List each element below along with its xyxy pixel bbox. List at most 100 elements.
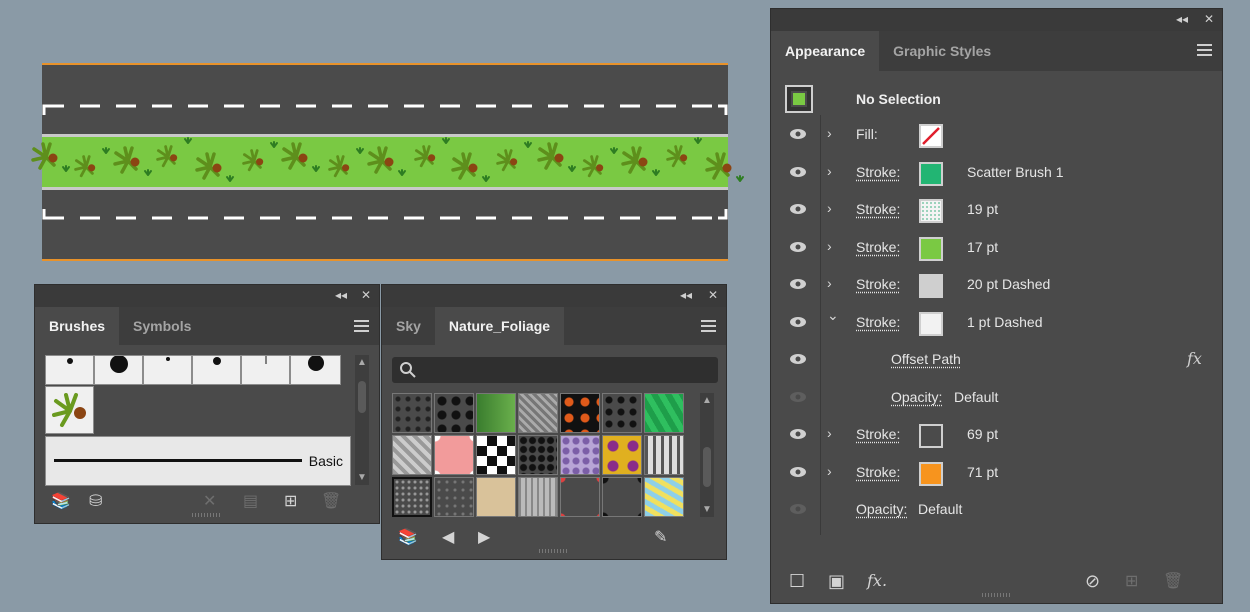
visibility-eye-icon[interactable] [789, 278, 807, 290]
attribute-label[interactable]: Opacity: [856, 501, 907, 517]
panel-titlebar[interactable]: ◂◂ ✕ [382, 285, 726, 307]
panel-menu-icon[interactable] [354, 320, 369, 332]
visibility-eye-icon[interactable] [789, 353, 807, 365]
brush-swatch[interactable] [290, 355, 341, 385]
attribute-label[interactable]: Stroke: [856, 239, 900, 255]
duplicate-item-icon[interactable]: ⊞ [1125, 571, 1138, 591]
panel-titlebar[interactable]: ◂◂ ✕ [35, 285, 379, 307]
resize-grip[interactable] [192, 513, 222, 517]
resize-grip[interactable] [981, 593, 1012, 597]
chevron-right-icon[interactable]: › [827, 275, 832, 291]
pattern-swatch[interactable] [476, 393, 516, 433]
tab-sky[interactable]: Sky [382, 307, 435, 345]
pattern-swatch[interactable] [560, 477, 600, 517]
pattern-swatch[interactable] [644, 477, 684, 517]
visibility-eye-icon[interactable] [789, 391, 807, 403]
patterns-scrollbar[interactable]: ▲ ▼ [700, 393, 714, 517]
appearance-row[interactable]: › Stroke: 17 pt [771, 230, 1222, 267]
chevron-down-icon[interactable]: ⌄ [827, 307, 839, 324]
resize-grip[interactable] [539, 549, 569, 553]
attribute-label[interactable]: Stroke: [856, 164, 900, 180]
add-stroke-icon[interactable]: ☐ [789, 571, 805, 592]
scroll-thumb[interactable] [358, 381, 366, 413]
appearance-row[interactable]: › Stroke: Scatter Brush 1 [771, 155, 1222, 192]
clear-appearance-icon[interactable]: ⊘ [1085, 571, 1100, 592]
pattern-swatch[interactable] [476, 435, 516, 475]
search-input[interactable] [392, 357, 718, 383]
brush-swatch[interactable] [241, 355, 290, 385]
appearance-row[interactable]: › Stroke: 69 pt [771, 417, 1222, 454]
pattern-swatch[interactable] [602, 477, 642, 517]
delete-icon[interactable]: 🗑 [321, 491, 341, 511]
visibility-eye-icon[interactable] [789, 503, 807, 515]
pattern-swatch[interactable] [644, 435, 684, 475]
pattern-swatch[interactable] [518, 393, 558, 433]
pattern-swatch[interactable] [434, 477, 474, 517]
visibility-eye-icon[interactable] [789, 166, 807, 178]
brushes-scrollbar[interactable]: ▲ ▼ [355, 355, 369, 485]
attribute-label[interactable]: Offset Path [891, 351, 961, 367]
tab-symbols[interactable]: Symbols [119, 307, 205, 345]
add-fill-icon[interactable]: ▣ [828, 571, 845, 592]
brush-swatch[interactable] [143, 355, 192, 385]
attribute-label[interactable]: Stroke: [856, 201, 900, 217]
scroll-down-icon[interactable]: ▼ [357, 472, 367, 483]
color-chip[interactable] [919, 274, 943, 298]
pattern-swatch[interactable] [476, 477, 516, 517]
chevron-right-icon[interactable]: › [827, 125, 832, 141]
library-icon[interactable]: 📚 [51, 491, 71, 511]
close-icon[interactable]: ✕ [708, 288, 718, 302]
prev-icon[interactable]: ◀ [442, 527, 454, 547]
pattern-swatch[interactable] [560, 435, 600, 475]
visibility-eye-icon[interactable] [789, 241, 807, 253]
basic-brush-swatch[interactable]: Basic [45, 436, 351, 486]
scroll-down-icon[interactable]: ▼ [702, 504, 712, 515]
appearance-row[interactable]: ⌄ Stroke: 1 pt Dashed [771, 305, 1222, 342]
visibility-eye-icon[interactable] [789, 428, 807, 440]
pattern-swatch[interactable] [602, 435, 642, 475]
scroll-thumb[interactable] [703, 447, 711, 487]
pattern-swatch[interactable] [644, 393, 684, 433]
appearance-row[interactable]: Offset Path fx [771, 342, 1222, 379]
next-icon[interactable]: ▶ [478, 527, 490, 547]
collapse-icon[interactable]: ◂◂ [1176, 12, 1188, 26]
appearance-row[interactable]: Opacity: Default [771, 380, 1222, 417]
visibility-eye-icon[interactable] [789, 203, 807, 215]
color-chip[interactable] [919, 161, 943, 186]
pattern-swatch[interactable] [392, 393, 432, 433]
delete-item-icon[interactable]: 🗑 [1163, 571, 1183, 591]
pattern-swatch[interactable] [518, 477, 558, 517]
panel-menu-icon[interactable] [1197, 44, 1212, 56]
brush-swatch[interactable] [45, 355, 94, 385]
tab-brushes[interactable]: Brushes [35, 307, 120, 345]
attribute-label[interactable]: Stroke: [856, 426, 900, 442]
visibility-eye-icon[interactable] [789, 316, 807, 328]
appearance-row[interactable]: › Stroke: 71 pt [771, 455, 1222, 492]
scatter-brush-swatch[interactable] [45, 386, 94, 434]
brush-swatch[interactable] [94, 355, 143, 385]
pattern-swatch[interactable] [392, 435, 432, 475]
panel-menu-icon[interactable] [701, 320, 716, 332]
chevron-right-icon[interactable]: › [827, 238, 832, 254]
color-chip[interactable] [919, 311, 943, 336]
color-chip[interactable] [919, 124, 943, 148]
scroll-up-icon[interactable]: ▲ [702, 395, 712, 406]
pin-icon[interactable]: ✎ [654, 527, 667, 547]
road-artwork[interactable] [31, 63, 744, 261]
pattern-swatch[interactable] [434, 393, 474, 433]
tab-appearance[interactable]: Appearance [771, 31, 880, 71]
fx-icon[interactable]: fx [1187, 349, 1202, 368]
tab-nature-foliage[interactable]: Nature_Foliage [434, 307, 565, 345]
close-icon[interactable]: ✕ [1204, 12, 1214, 26]
collapse-icon[interactable]: ◂◂ [680, 288, 692, 302]
visibility-eye-icon[interactable] [789, 128, 807, 140]
chevron-right-icon[interactable]: › [827, 425, 832, 441]
color-chip[interactable] [919, 236, 943, 261]
color-chip[interactable] [919, 461, 943, 486]
visibility-eye-icon[interactable] [789, 466, 807, 478]
chevron-right-icon[interactable]: › [827, 463, 832, 479]
scroll-up-icon[interactable]: ▲ [357, 357, 367, 368]
panel-titlebar[interactable]: ◂◂ ✕ [771, 9, 1222, 31]
attribute-label[interactable]: Stroke: [856, 314, 900, 330]
cc-library-icon[interactable]: ⛁ [89, 491, 102, 511]
